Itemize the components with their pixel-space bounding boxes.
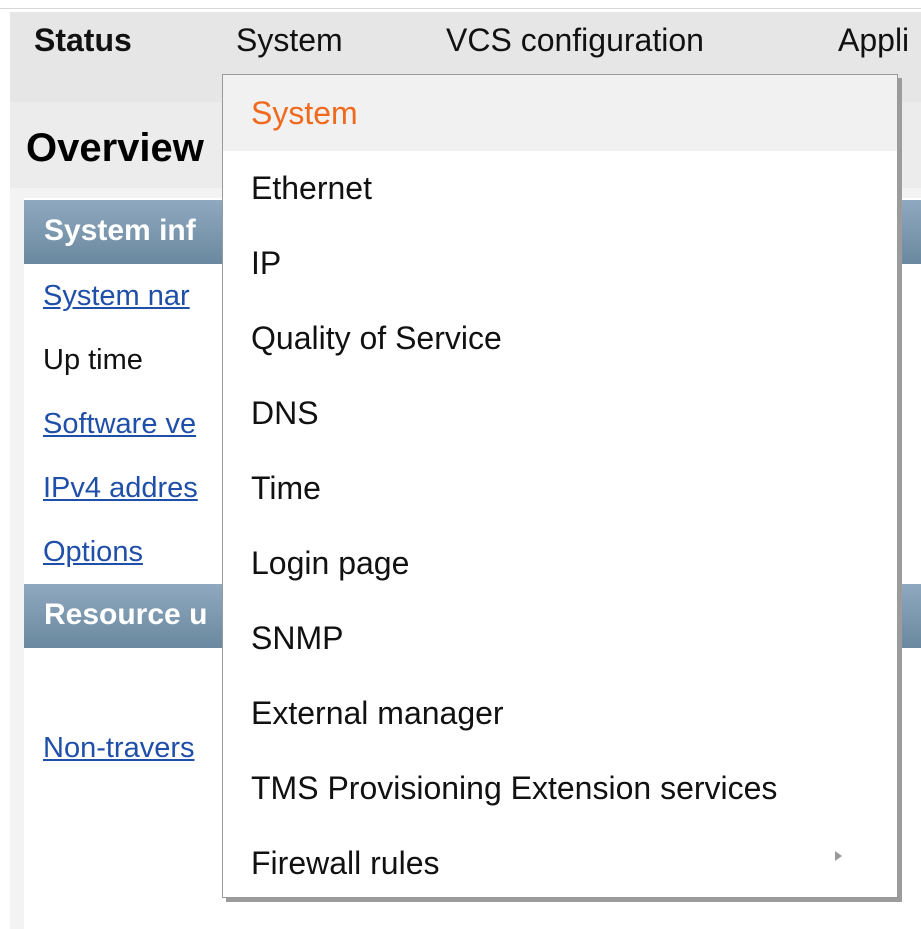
dropdown-item-dns[interactable]: DNS	[251, 395, 319, 432]
software-version-link[interactable]: Software ve	[43, 408, 196, 441]
system-name-link[interactable]: System nar	[43, 280, 190, 313]
dropdown-item-ethernet[interactable]: Ethernet	[251, 170, 372, 207]
dropdown-item-quality-of-service[interactable]: Quality of Service	[251, 320, 502, 357]
up-time-label: Up time	[43, 344, 143, 376]
menu-status[interactable]: Status	[34, 22, 132, 59]
dropdown-item-login-page[interactable]: Login page	[251, 545, 409, 582]
dropdown-item-firewall-rules[interactable]: Firewall rules	[251, 845, 439, 882]
menu-system[interactable]: System	[236, 22, 343, 59]
page-title: Overview	[26, 126, 204, 170]
non-traversal-link[interactable]: Non-travers	[43, 732, 195, 765]
dropdown-item-snmp[interactable]: SNMP	[251, 620, 343, 657]
page: Status System VCS configuration Appli Ov…	[0, 0, 921, 929]
dropdown-item-external-manager[interactable]: External manager	[251, 695, 504, 732]
options-link[interactable]: Options	[43, 536, 143, 569]
menu-vcs-configuration[interactable]: VCS configuration	[446, 22, 704, 59]
dropdown-item-ip[interactable]: IP	[251, 245, 281, 282]
top-divider	[0, 8, 921, 9]
menu-applications[interactable]: Appli	[838, 22, 909, 59]
system-dropdown-menu: System Ethernet IP Quality of Service DN…	[222, 74, 898, 898]
submenu-arrow-icon	[835, 851, 842, 861]
dropdown-item-time[interactable]: Time	[251, 470, 321, 507]
dropdown-item-tms-provisioning-extension-services[interactable]: TMS Provisioning Extension services	[251, 770, 777, 807]
dropdown-item-system[interactable]: System	[251, 95, 358, 132]
ipv4-address-link[interactable]: IPv4 addres	[43, 472, 198, 505]
